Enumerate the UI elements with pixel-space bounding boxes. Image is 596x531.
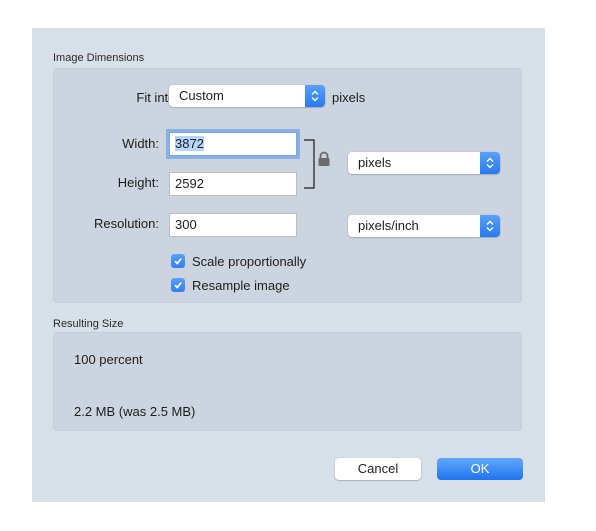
fit-into-popup[interactable]: Custom — [169, 85, 325, 107]
image-dimensions-panel: Fit into: Custom pixels Width: 3872 Heig… — [53, 68, 522, 303]
width-label: Width: — [122, 136, 159, 151]
height-value: 2592 — [175, 176, 204, 191]
size-unit-value: pixels — [358, 155, 392, 170]
resulting-percent: 100 percent — [74, 352, 143, 367]
height-field[interactable]: 2592 — [169, 172, 297, 196]
resolution-unit-popup[interactable]: pixels/inch — [348, 215, 500, 237]
fit-into-label: Fit into: — [136, 90, 179, 105]
scale-proportionally-label[interactable]: Scale proportionally — [192, 254, 306, 269]
width-field[interactable]: 3872 — [169, 132, 297, 156]
image-dimensions-heading: Image Dimensions — [53, 52, 145, 64]
resulting-file-size: 2.2 MB (was 2.5 MB) — [74, 404, 196, 419]
height-label: Height: — [117, 175, 159, 190]
resolution-field[interactable]: 300 — [169, 213, 297, 237]
lock-icon[interactable] — [317, 151, 331, 167]
fit-into-value: Custom — [179, 88, 224, 103]
checkmark-icon — [174, 282, 182, 289]
scale-proportionally-checkbox[interactable] — [171, 254, 185, 268]
chevron-up-down-icon — [480, 215, 500, 237]
chevron-up-down-icon — [305, 85, 325, 107]
size-unit-popup[interactable]: pixels — [348, 152, 500, 174]
fit-into-unit: pixels — [332, 90, 366, 105]
resulting-size-heading: Resulting Size — [53, 318, 124, 330]
checkmark-icon — [174, 258, 182, 265]
resolution-value: 300 — [175, 217, 197, 232]
width-value: 3872 — [175, 136, 204, 151]
ok-button[interactable]: OK — [437, 458, 523, 480]
resolution-label: Resolution: — [93, 216, 159, 231]
cancel-button[interactable]: Cancel — [335, 458, 421, 480]
image-size-dialog: Image Dimensions Fit into: Custom pixels… — [32, 28, 545, 502]
link-bracket — [304, 139, 315, 189]
resample-image-checkbox[interactable] — [171, 278, 185, 292]
chevron-up-down-icon — [480, 152, 500, 174]
resolution-unit-value: pixels/inch — [358, 218, 419, 233]
resulting-size-panel: 100 percent 2.2 MB (was 2.5 MB) — [53, 332, 522, 431]
resample-image-label[interactable]: Resample image — [192, 278, 290, 293]
